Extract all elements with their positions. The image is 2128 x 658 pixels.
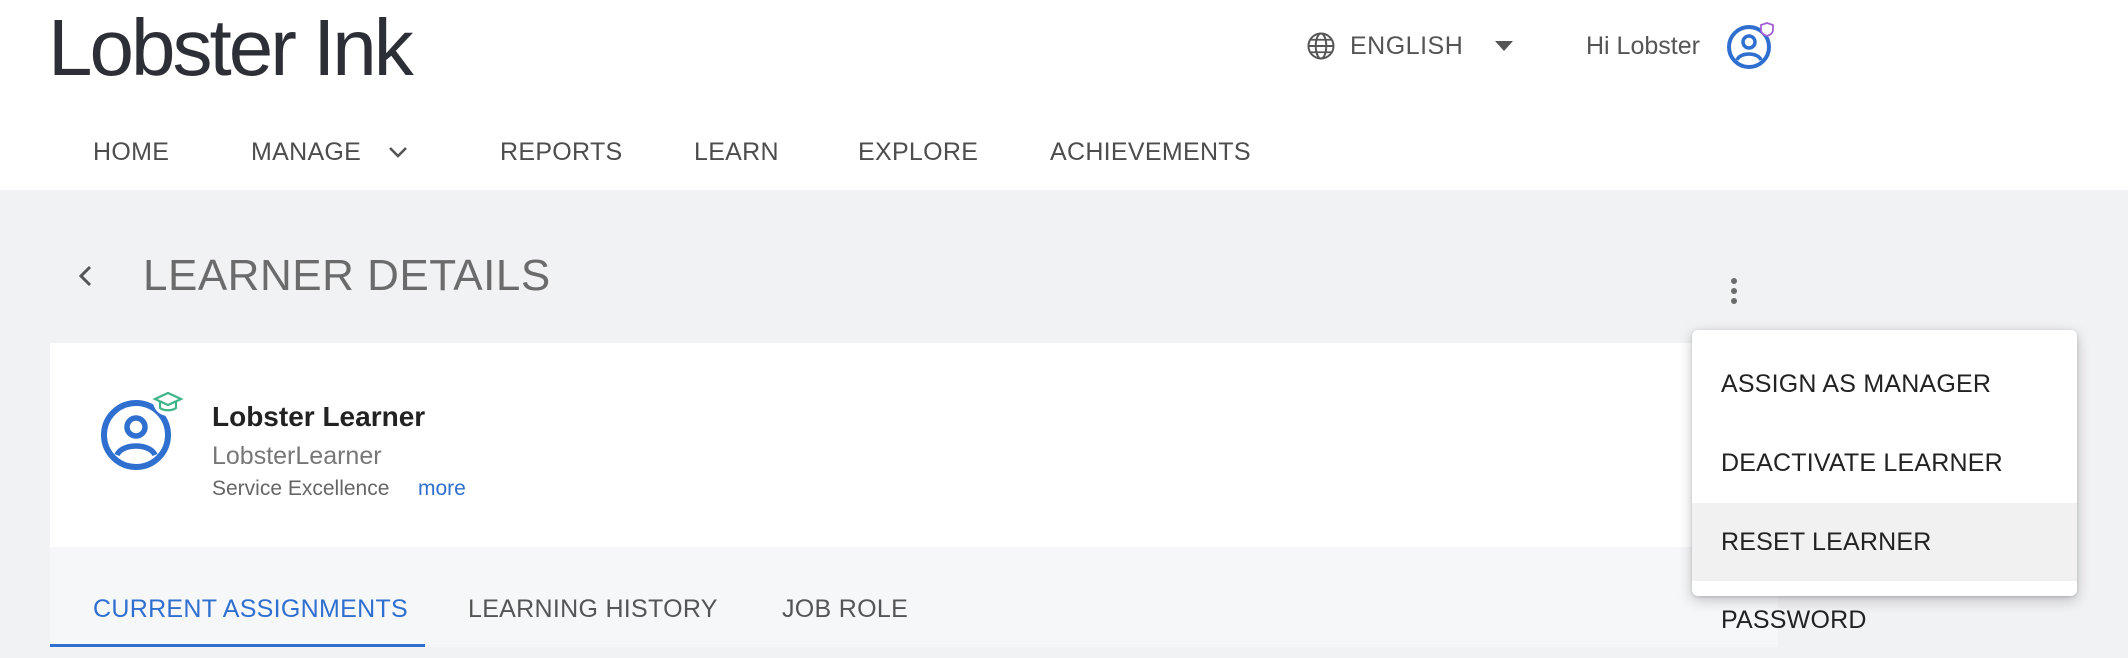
- menu-item-assign-as-manager[interactable]: ASSIGN AS MANAGER: [1692, 345, 2077, 423]
- kebab-menu-icon[interactable]: [1720, 274, 1748, 308]
- learner-avatar-icon: [101, 386, 184, 470]
- chevron-down-icon[interactable]: [386, 140, 410, 164]
- tab-current-assignments[interactable]: CURRENT ASSIGNMENTS: [93, 593, 408, 625]
- nav-item-reports[interactable]: REPORTS: [500, 130, 623, 174]
- page-title: LEARNER DETAILS: [143, 251, 551, 300]
- nav-item-manage[interactable]: MANAGE: [251, 130, 361, 174]
- user-avatar-icon[interactable]: [1725, 20, 1777, 72]
- chevron-left-icon[interactable]: [74, 262, 98, 290]
- nav-item-explore[interactable]: EXPLORE: [858, 130, 978, 174]
- more-link[interactable]: more: [418, 477, 466, 501]
- menu-item-reset-learner-password[interactable]: RESET LEARNER PASSWORD: [1692, 503, 2077, 634]
- tab-learning-history[interactable]: LEARNING HISTORY: [468, 593, 718, 625]
- caret-down-icon: [1495, 41, 1514, 51]
- tab-job-role[interactable]: JOB ROLE: [782, 593, 908, 625]
- learner-card: Lobster Learner LobsterLearner Service E…: [50, 343, 1778, 547]
- active-tab-indicator: [50, 644, 425, 647]
- nav-item-home[interactable]: HOME: [93, 130, 169, 174]
- language-selector[interactable]: ENGLISH: [1306, 28, 1514, 64]
- globe-icon: [1307, 32, 1335, 60]
- language-label: ENGLISH: [1350, 31, 1464, 60]
- main-nav: HOME MANAGE REPORTS LEARN EXPLORE ACHIEV…: [0, 130, 1400, 174]
- learner-username: LobsterLearner: [212, 442, 382, 470]
- actions-dropdown-menu: ASSIGN AS MANAGER DEACTIVATE LEARNER RES…: [1692, 330, 2077, 634]
- user-greeting: Hi Lobster: [1586, 32, 1700, 60]
- nav-item-learn[interactable]: LEARN: [694, 130, 779, 174]
- learner-tabs: CURRENT ASSIGNMENTS LEARNING HISTORY JOB…: [50, 547, 1778, 647]
- nav-item-achievements[interactable]: ACHIEVEMENTS: [1050, 130, 1251, 174]
- menu-item-deactivate-learner[interactable]: DEACTIVATE LEARNER: [1692, 424, 2077, 502]
- learner-name: Lobster Learner: [212, 401, 426, 432]
- brand-logo[interactable]: Lobster Ink: [48, 6, 414, 90]
- top-bar: Lobster Ink ENGLISH Hi Lobster HOME MANA…: [0, 0, 2128, 190]
- learner-department: Service Excellence: [212, 477, 390, 500]
